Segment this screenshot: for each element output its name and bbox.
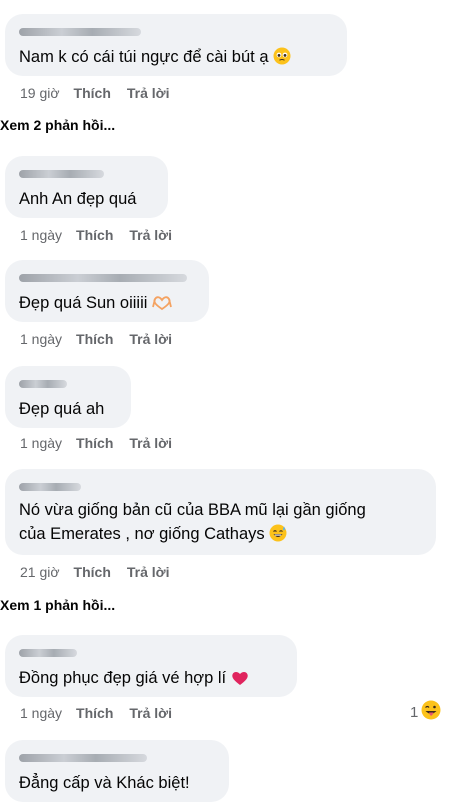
like-button[interactable]: Thích	[76, 704, 113, 722]
comment-bubble[interactable]: Đẳng cấp và Khác biệt!	[5, 740, 229, 802]
reaction-summary[interactable]: 1	[410, 700, 441, 724]
comment-time[interactable]: 1 ngày	[20, 434, 62, 452]
blurred-author-name[interactable]	[19, 274, 187, 282]
like-button[interactable]: Thích	[76, 226, 113, 244]
reply-button[interactable]: Trả lời	[129, 434, 172, 452]
comment-bubble[interactable]: Đẹp quá ah	[5, 366, 131, 428]
comment-bubble[interactable]: Anh An đẹp quá	[5, 156, 168, 218]
comment-meta: 1 ngày Thích Trả lời	[20, 434, 188, 452]
comment-text: Đẹp quá Sun oiiiii	[19, 292, 172, 317]
blurred-author-name[interactable]	[19, 380, 67, 388]
like-button[interactable]: Thích	[76, 330, 113, 348]
comment-bubble[interactable]: Đẹp quá Sun oiiiii	[5, 260, 209, 322]
comment-text-line-2: của Emerates , nơ giống Cathays	[19, 523, 287, 548]
view-replies-link[interactable]: Xem 1 phản hồi...	[0, 597, 115, 613]
reply-button[interactable]: Trả lời	[127, 563, 170, 581]
comment-meta: 19 giờ Thích Trả lời	[20, 84, 186, 102]
comment-text-line-1: Nó vừa giống bản cũ của BBA mũ lại gần g…	[19, 501, 366, 519]
tongue-face-icon	[421, 700, 441, 724]
blurred-author-name[interactable]	[19, 649, 77, 657]
heart-hands-icon	[152, 295, 172, 317]
view-replies-link[interactable]: Xem 2 phản hồi...	[0, 117, 115, 133]
blurred-author-name[interactable]	[19, 483, 81, 491]
red-heart-icon	[231, 670, 249, 692]
comment-meta: 1 ngày Thích Trả lời	[20, 330, 188, 348]
pleading-face-icon	[273, 47, 291, 71]
reply-button[interactable]: Trả lời	[127, 84, 170, 102]
reply-button[interactable]: Trả lời	[129, 704, 172, 722]
comment-time[interactable]: 1 ngày	[20, 704, 62, 722]
reply-button[interactable]: Trả lời	[129, 330, 172, 348]
reaction-count: 1	[410, 703, 419, 721]
comment-meta: 1 ngày Thích Trả lời	[20, 704, 188, 722]
blurred-author-name[interactable]	[19, 754, 147, 762]
comment-time[interactable]: 19 giờ	[20, 84, 60, 102]
comment-text: Anh An đẹp quá	[19, 190, 137, 208]
comment-meta: 21 giờ Thích Trả lời	[20, 563, 186, 581]
comment-meta: 1 ngày Thích Trả lời	[20, 226, 188, 244]
comment-text: Nam k có cái túi ngực để cài bút ạ	[19, 46, 291, 71]
comment-bubble[interactable]: Nam k có cái túi ngực để cài bút ạ	[5, 14, 347, 76]
comment-time[interactable]: 21 giờ	[20, 563, 60, 581]
sweat-smile-icon	[269, 524, 287, 548]
blurred-author-name[interactable]	[19, 170, 104, 178]
reply-button[interactable]: Trả lời	[129, 226, 172, 244]
like-button[interactable]: Thích	[74, 84, 111, 102]
blurred-author-name[interactable]	[19, 28, 141, 36]
comment-text: Đẳng cấp và Khác biệt!	[19, 774, 190, 792]
comment-time[interactable]: 1 ngày	[20, 330, 62, 348]
comment-text: Đẹp quá ah	[19, 400, 105, 418]
comment-bubble[interactable]: Đồng phục đẹp giá vé hợp lí	[5, 635, 297, 697]
comment-bubble[interactable]: Nó vừa giống bản cũ của BBA mũ lại gần g…	[5, 469, 436, 555]
like-button[interactable]: Thích	[76, 434, 113, 452]
comment-text: Đồng phục đẹp giá vé hợp lí	[19, 667, 249, 692]
like-button[interactable]: Thích	[74, 563, 111, 581]
comment-time[interactable]: 1 ngày	[20, 226, 62, 244]
